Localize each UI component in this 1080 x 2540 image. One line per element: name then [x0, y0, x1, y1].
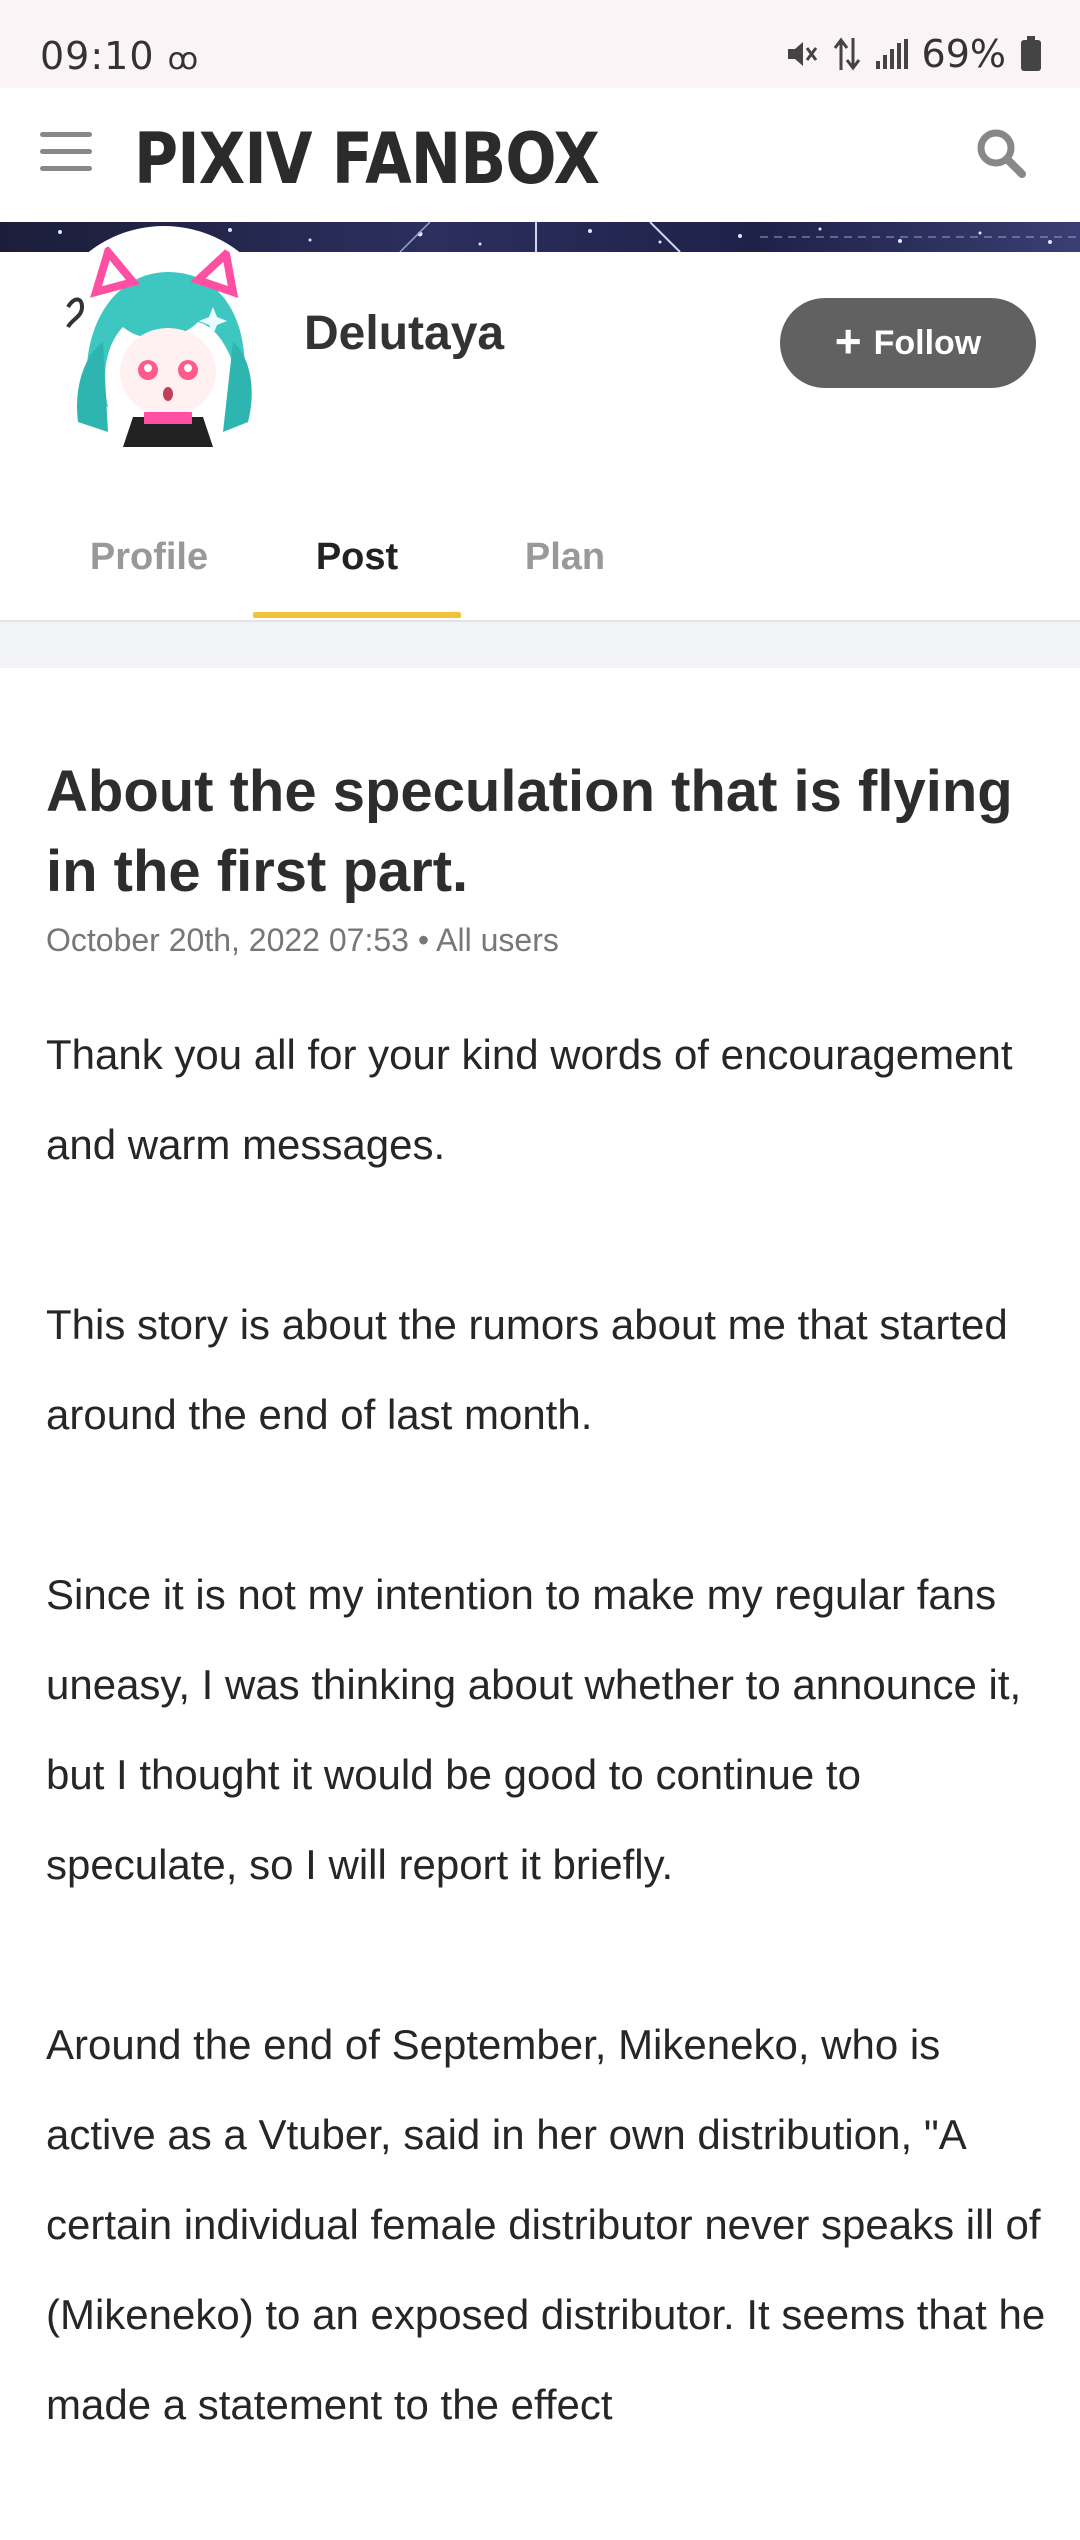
post-paragraph: Around the end of September, Mikeneko, w… [46, 2021, 1046, 2428]
creator-name[interactable]: Delutaya [304, 306, 504, 361]
battery-icon [1020, 36, 1042, 72]
data-transfer-icon [832, 36, 862, 72]
post-body: Thank you all for your kind words of enc… [46, 1010, 1056, 2540]
battery-text: 69% [921, 32, 1006, 76]
post-title: About the speculation that is flying in … [46, 759, 1013, 904]
follow-button[interactable]: + Follow [780, 298, 1036, 388]
creator-tabs: Profile Post Plan [0, 500, 1080, 622]
section-divider [0, 622, 1080, 668]
post-date: October 20th, 2022 07:53 [46, 922, 409, 958]
search-icon[interactable] [974, 126, 1028, 180]
post-meta: October 20th, 2022 07:53 • All users [46, 922, 559, 959]
post-paragraph: Thank you all for your kind words of enc… [46, 1031, 1013, 1168]
follow-label: Follow [873, 323, 982, 362]
voicemail-icon: ꝏ [167, 42, 200, 77]
active-tab-indicator [253, 612, 461, 618]
meta-separator: • [417, 922, 437, 958]
post-paragraph: This story is about the rumors about me … [46, 1301, 1008, 1438]
app-logo[interactable]: PIXIV FANBOX [134, 118, 600, 200]
status-bar: 09:10 ꝏ 69% [0, 0, 1080, 88]
status-icons: 69% [784, 32, 1042, 76]
tab-plan[interactable]: Plan [461, 536, 669, 579]
post-paragraph: Since it is not my intention to make my … [46, 1571, 1022, 1888]
tab-profile[interactable]: Profile [45, 536, 253, 579]
menu-icon[interactable] [40, 132, 92, 172]
creator-avatar[interactable] [48, 232, 280, 464]
status-time: 09:10 ꝏ [40, 34, 200, 78]
signal-icon [875, 39, 908, 69]
post-audience: All users [436, 922, 559, 958]
plus-icon: + [834, 315, 862, 367]
mute-icon [784, 37, 818, 71]
tab-post[interactable]: Post [253, 536, 461, 579]
app-header: PIXIV FANBOX [0, 88, 1080, 222]
